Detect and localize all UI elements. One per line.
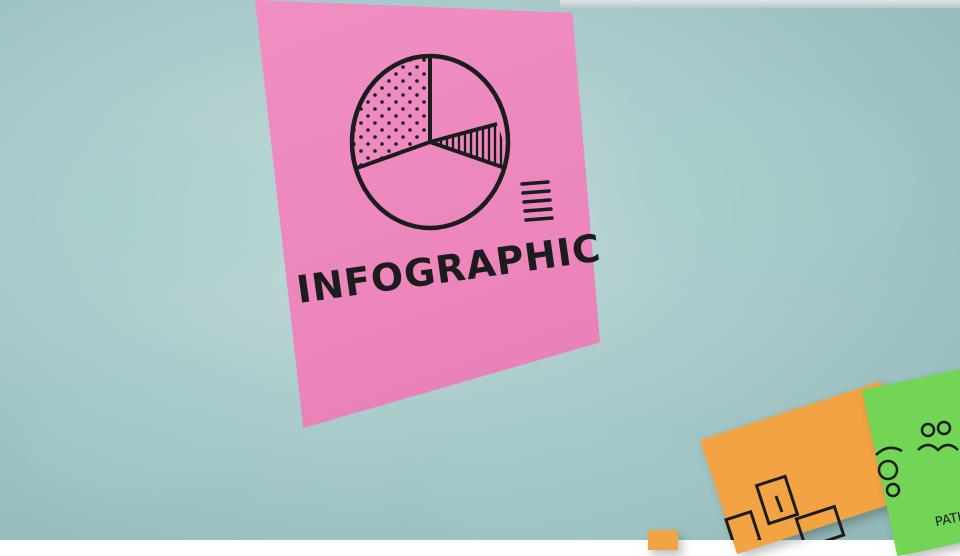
legend-lines-icon [520, 180, 554, 222]
pie-chart-sketch-icon [349, 53, 511, 231]
boxes-sketch-icon [724, 474, 846, 540]
dotted-slice [352, 56, 430, 168]
people-sketch-icon [875, 420, 959, 498]
